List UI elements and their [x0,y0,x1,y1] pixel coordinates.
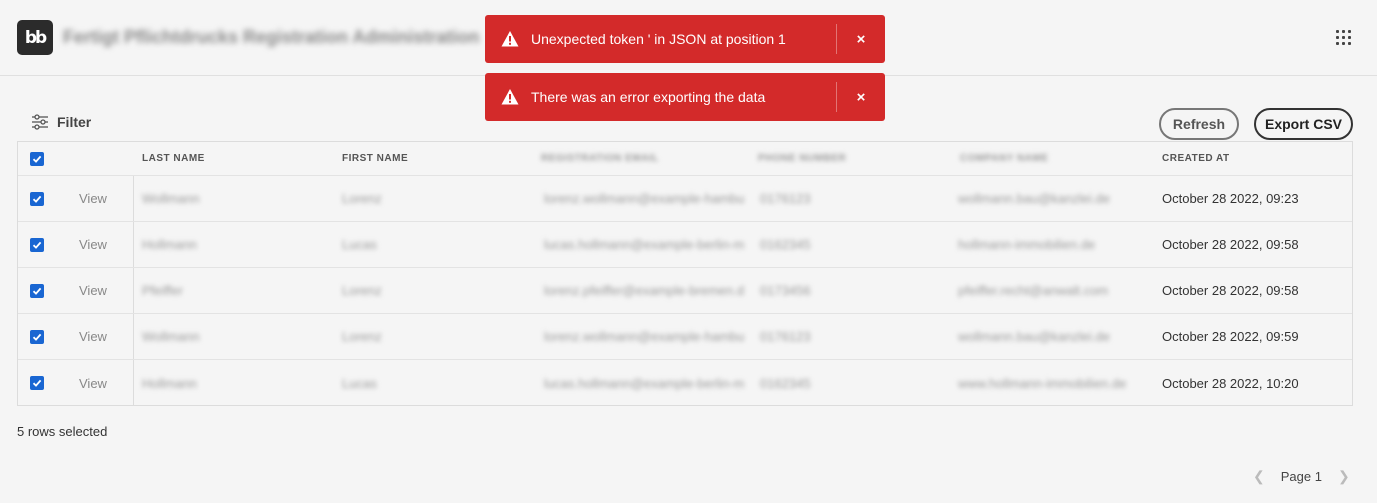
close-icon[interactable]: × [837,89,885,106]
col-header-first-name[interactable]: FIRST NAME [342,142,408,175]
toast-message: There was an error exporting the data [531,89,766,105]
app-title: Fertigt Pflichtdrucks Registration Admin… [63,27,480,47]
row-checkbox[interactable] [30,176,44,221]
cell-created-at: October 28 2022, 10:20 [1162,375,1299,391]
cell-last-name: Wollmann [142,329,200,344]
cell-phone: 0176123 [760,329,811,344]
cell-company: pfeiffer.recht@anwalt.com [958,283,1109,298]
cell-created-at: October 28 2022, 09:23 [1162,191,1299,206]
selection-count: 5 rows selected [17,424,108,439]
table-row[interactable]: View Wollmann Lorenz lorenz.wollmann@exampl… [18,176,1352,222]
cell-first-name: Lucas [342,375,377,391]
row-checkbox[interactable] [30,268,44,313]
error-toast: There was an error exporting the data × [485,73,885,121]
cell-email: lucas.hollmann@example-berlin-mail.de [544,375,744,391]
cell-company: hollmann-immobilien.de [958,237,1096,252]
col-header-email[interactable]: REGISTRATION EMAIL [541,142,659,175]
cell-phone: 0162345 [760,375,811,391]
cell-phone: 0173456 [760,283,811,298]
cell-email: lorenz.wollmann@example-hamburg.de [544,191,744,206]
error-toast: Unexpected token ' in JSON at position 1… [485,15,885,63]
cell-last-name: Wollmann [142,191,200,206]
cell-first-name: Lorenz [342,329,382,344]
col-header-company[interactable]: COMPANY NAME [960,142,1048,175]
row-checkbox[interactable] [30,222,44,267]
view-link[interactable]: View [79,222,107,267]
cell-last-name: Pfeiffer [142,283,183,298]
cell-first-name: Lucas [342,237,377,252]
grid-icon[interactable] [1336,30,1351,45]
cell-email: lorenz.pfeiffer@example-bremen.de [544,283,744,298]
table-row[interactable]: View Pfeiffer Lorenz lorenz.pfeiffer@exampl… [18,268,1352,314]
table-row[interactable]: View Hollmann Lucas lucas.hollmann@example-… [18,360,1352,406]
filter-label: Filter [57,114,92,130]
cell-last-name: Hollmann [142,237,197,252]
chevron-left-icon[interactable]: ❮ [1253,468,1265,485]
select-all-checkbox[interactable] [30,142,44,175]
filter-button[interactable]: Filter [31,114,91,130]
warning-icon [501,31,519,47]
app-logo[interactable]: bb [17,20,53,55]
row-checkbox[interactable] [30,314,44,359]
cell-created-at: October 28 2022, 09:58 [1162,237,1299,252]
cell-company: wollmann.bau@kanzlei.de [958,191,1110,206]
col-header-phone[interactable]: PHONE NUMBER [758,142,846,175]
warning-icon [501,89,519,105]
pagination: ❮ Page 1 ❯ [1253,468,1350,485]
view-link[interactable]: View [79,360,107,406]
cell-first-name: Lorenz [342,283,382,298]
cell-created-at: October 28 2022, 09:58 [1162,283,1299,298]
chevron-right-icon[interactable]: ❯ [1338,468,1350,485]
cell-phone: 0162345 [760,237,811,252]
row-checkbox[interactable] [30,360,44,406]
data-table: LAST NAME FIRST NAME REGISTRATION EMAIL … [17,141,1353,406]
cell-company: wollmann.bau@kanzlei.de [958,329,1110,344]
export-csv-button[interactable]: Export CSV [1254,108,1353,140]
view-link[interactable]: View [79,176,107,221]
col-header-created-at[interactable]: CREATED AT [1162,142,1230,175]
check-icon [32,241,42,249]
sliders-icon [32,114,48,130]
table-row[interactable]: View Wollmann Lorenz lorenz.wollmann@exampl… [18,314,1352,360]
refresh-button[interactable]: Refresh [1159,108,1239,140]
view-link[interactable]: View [79,314,107,359]
check-icon [32,333,42,341]
cell-first-name: Lorenz [342,191,382,206]
close-icon[interactable]: × [837,31,885,48]
check-icon [32,287,42,295]
check-icon [32,155,42,163]
toast-message: Unexpected token ' in JSON at position 1 [531,31,786,47]
col-header-last-name[interactable]: LAST NAME [142,142,205,175]
cell-phone: 0176123 [760,191,811,206]
cell-last-name: Hollmann [142,375,197,391]
page-label: Page 1 [1280,469,1322,484]
cell-company: www.hollmann-immobilien.de [958,375,1127,391]
cell-created-at: October 28 2022, 09:59 [1162,329,1299,344]
check-icon [32,379,42,387]
cell-email: lucas.hollmann@example-berlin-mail.de [544,237,744,252]
check-icon [32,195,42,203]
view-link[interactable]: View [79,268,107,313]
table-row[interactable]: View Hollmann Lucas lucas.hollmann@example-… [18,222,1352,268]
table-header-row: LAST NAME FIRST NAME REGISTRATION EMAIL … [18,142,1352,176]
cell-email: lorenz.wollmann@example-hamburg.de [544,329,744,344]
